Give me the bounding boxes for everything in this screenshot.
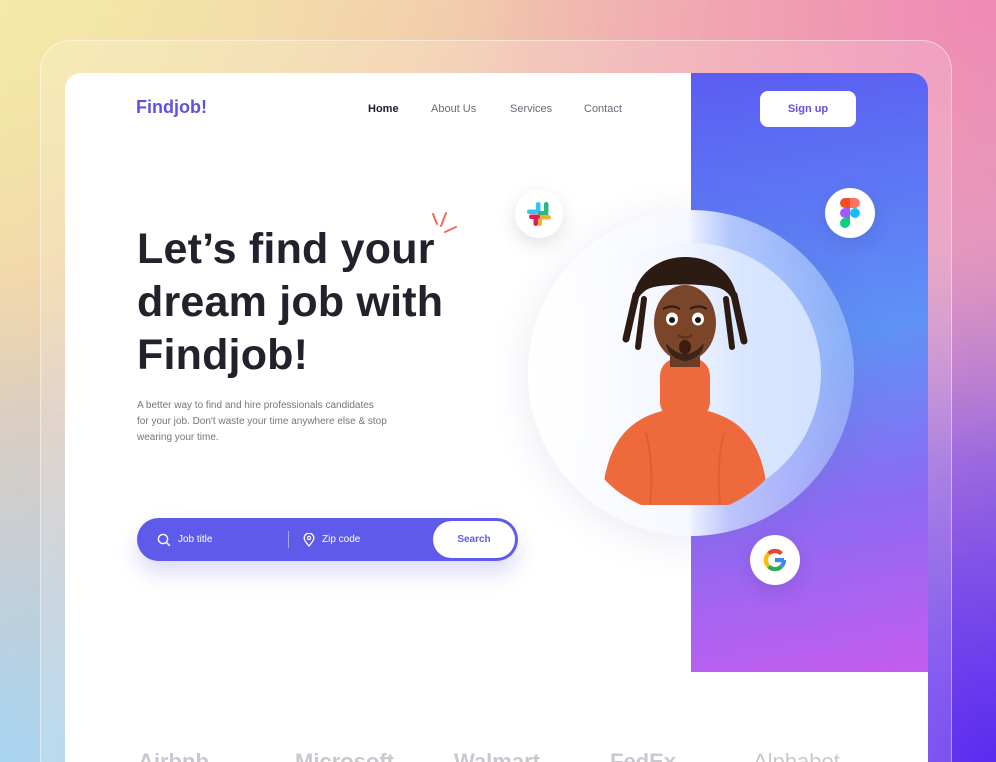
- headline-line: Findjob!: [137, 331, 309, 379]
- sparkle-icon: [432, 212, 457, 233]
- landing-page-card: Findjob! Home About Us Services Contact …: [65, 73, 928, 762]
- sign-up-button[interactable]: Sign up: [760, 91, 856, 127]
- job-title-placeholder: Job title: [178, 534, 213, 545]
- job-title-field[interactable]: Job title: [157, 518, 282, 561]
- brand-logo[interactable]: Findjob!: [136, 97, 207, 118]
- hero-description: A better way to find and hire profession…: [137, 398, 427, 446]
- nav-services[interactable]: Services: [510, 103, 552, 115]
- nav-contact[interactable]: Contact: [584, 103, 622, 115]
- google-logo-icon: [750, 535, 800, 585]
- partner-logo-airbnb: Airbnb: [138, 749, 209, 762]
- job-search-bar: Job title Zip code Search: [137, 518, 518, 561]
- zip-code-field[interactable]: Zip code: [303, 518, 433, 561]
- hero-headline: Let’s find your dream job with Findjob!: [137, 223, 497, 382]
- slack-logo-icon: [515, 190, 563, 238]
- search-icon: [157, 533, 171, 546]
- partner-logo-fedex: FedEx: [610, 749, 677, 762]
- zip-code-placeholder: Zip code: [322, 534, 361, 545]
- search-divider: [288, 531, 289, 548]
- candidate-portrait: [602, 257, 768, 505]
- figma-logo-icon: [825, 188, 875, 238]
- nav-about-us[interactable]: About Us: [431, 103, 476, 115]
- description-line: for your job. Don't waste your time anyw…: [137, 416, 387, 427]
- description-line: wearing your time.: [137, 432, 219, 443]
- search-button[interactable]: Search: [433, 521, 515, 558]
- location-pin-icon: [303, 532, 315, 547]
- headline-line: dream job with: [137, 278, 444, 326]
- partner-logo-alphabet: Alphabet: [753, 749, 840, 762]
- partner-logo-microsoft: Microsoft: [295, 749, 394, 762]
- nav-home[interactable]: Home: [368, 103, 399, 115]
- description-line: A better way to find and hire profession…: [137, 400, 374, 411]
- partner-logo-walmart: Walmart: [454, 749, 540, 762]
